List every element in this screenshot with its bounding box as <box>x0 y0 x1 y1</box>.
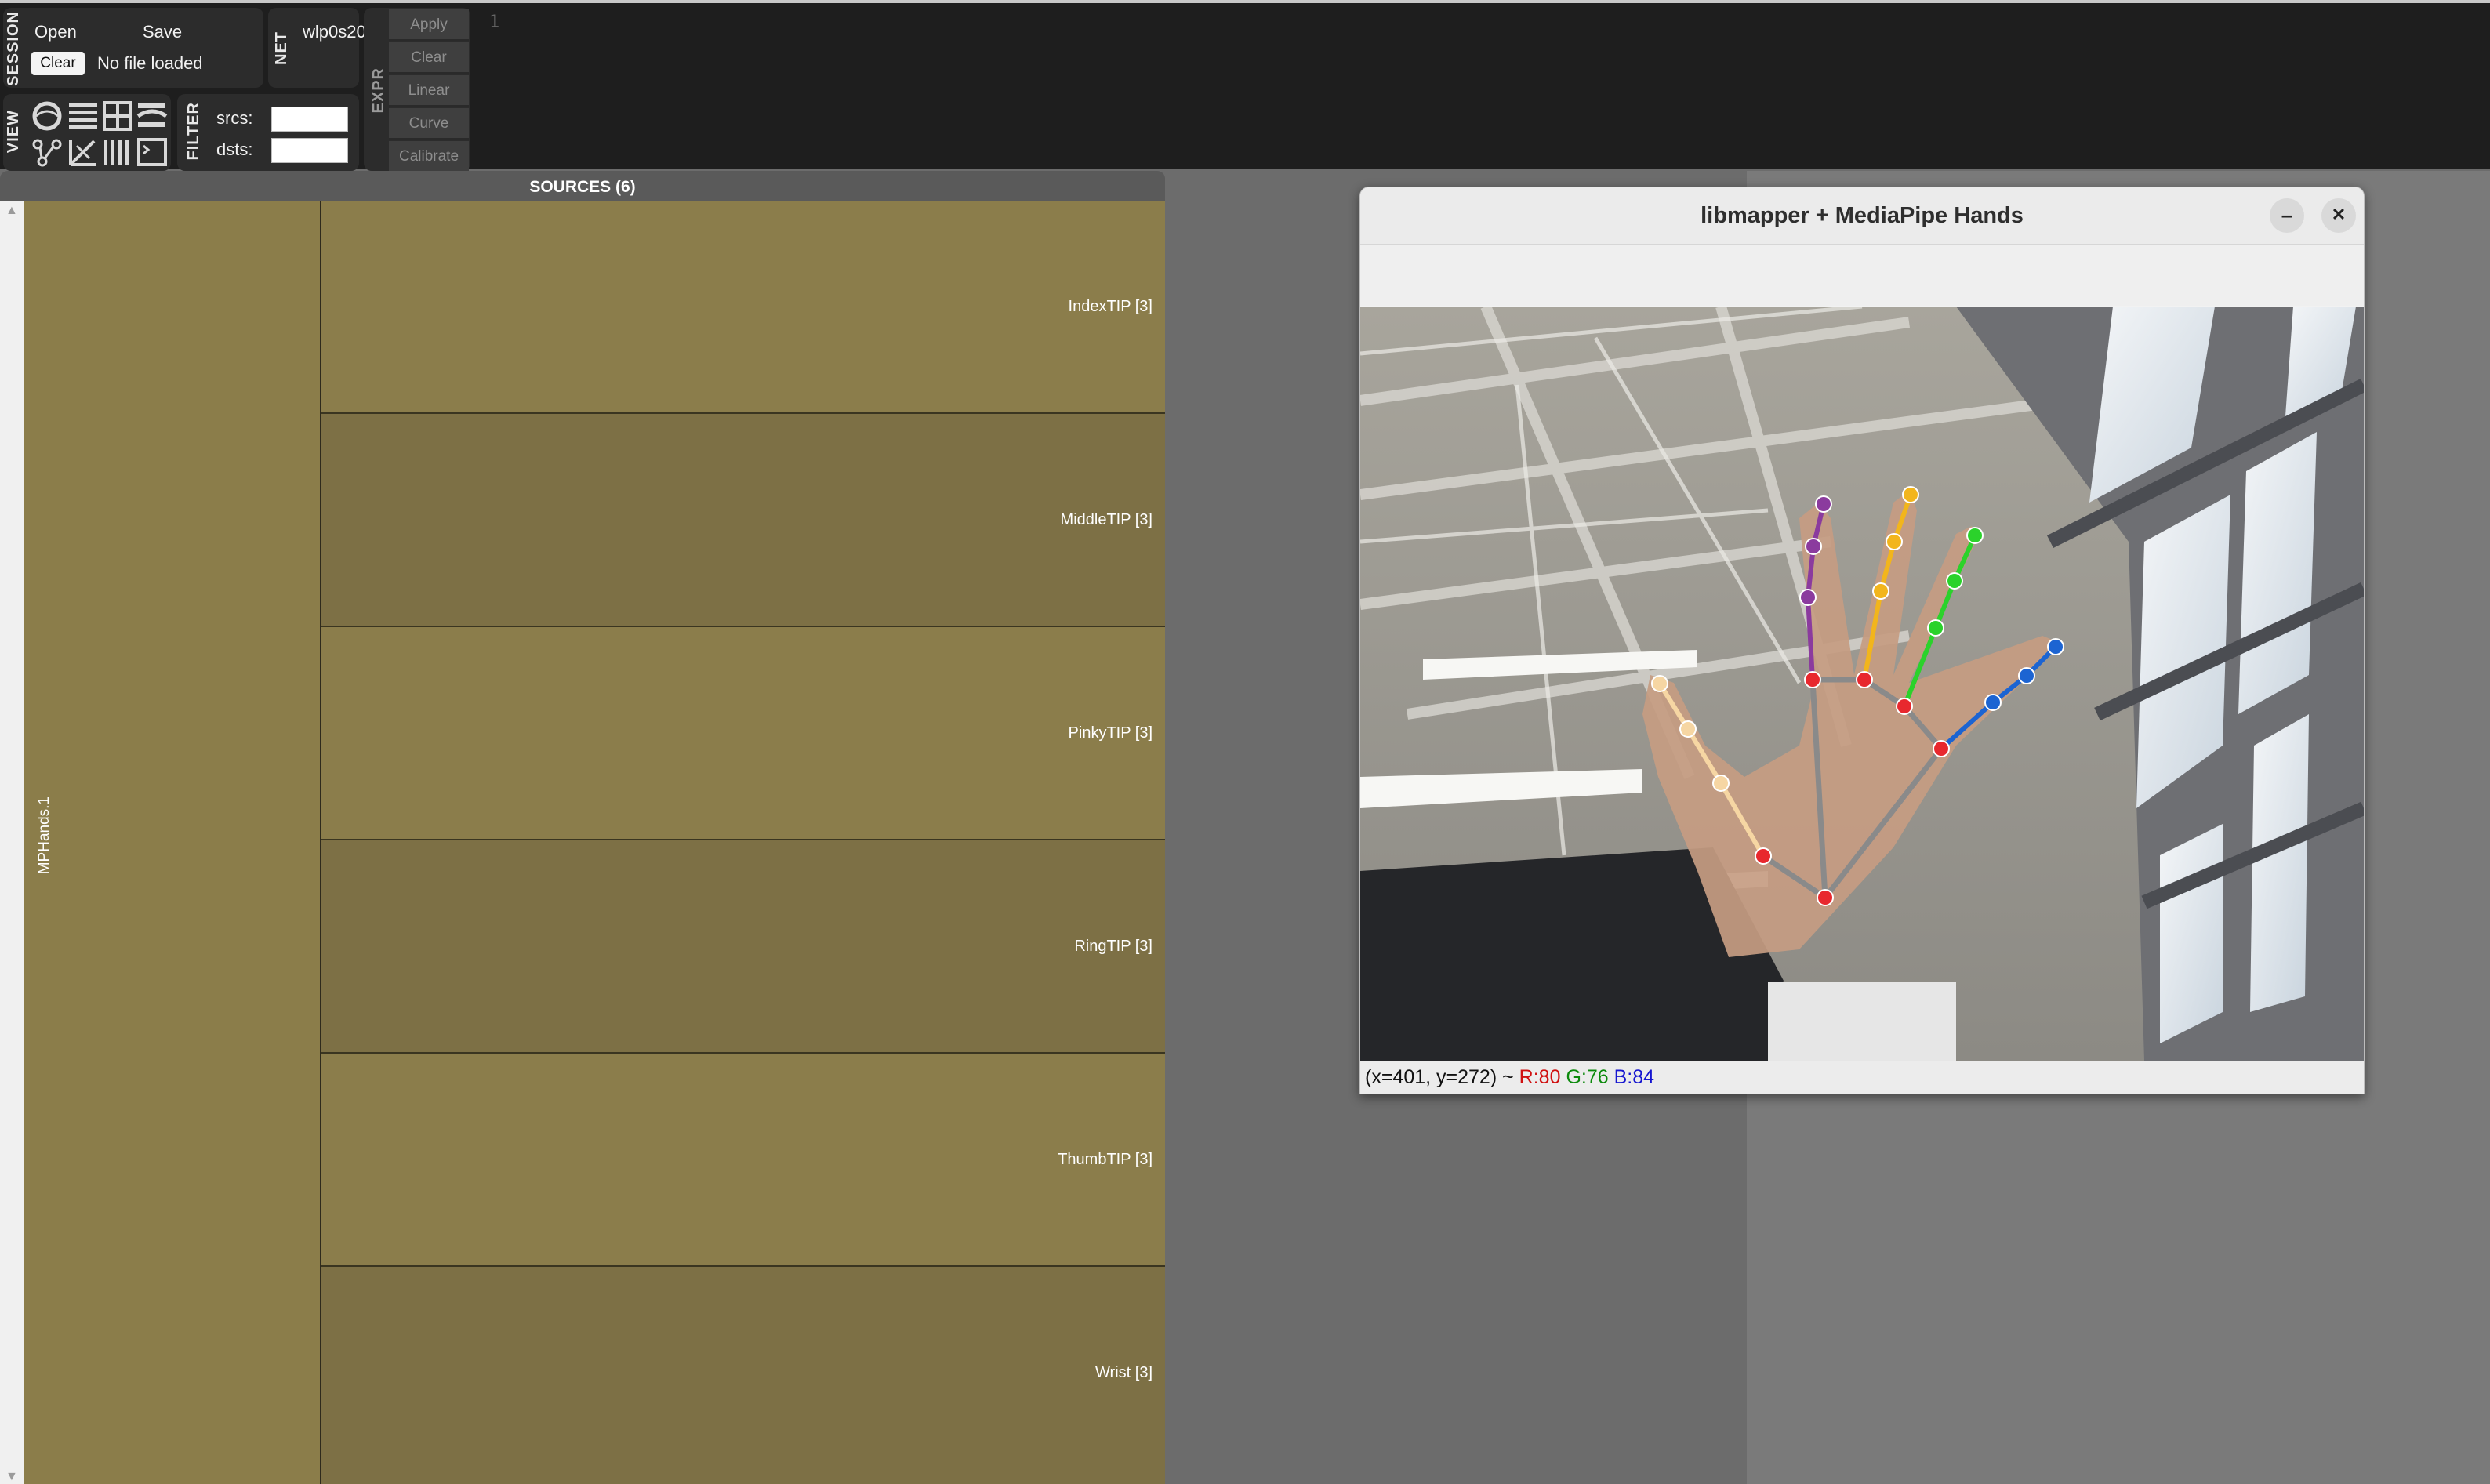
signal-label: IndexTIP [3] <box>1068 298 1152 315</box>
landmark-point <box>2047 638 2064 655</box>
session-label: SESSION <box>5 11 22 86</box>
view-panel: VIEW <box>3 94 171 171</box>
calibrate-button[interactable]: Calibrate <box>389 141 469 172</box>
close-icon[interactable]: ✕ <box>2321 198 2356 233</box>
landmark-point <box>1927 619 1944 637</box>
view-label: VIEW <box>5 110 22 154</box>
landmark-point <box>1946 572 1963 590</box>
expr-label: EXPR <box>370 67 387 114</box>
blue-value: B:84 <box>1613 1066 1655 1088</box>
signal-label: ThumbTIP [3] <box>1058 1151 1152 1168</box>
toolbar: SESSION Open Save Clear No file loaded N… <box>0 0 2490 172</box>
scroll-up-arrow-icon[interactable]: ▲ <box>5 204 18 218</box>
signal-row-wrist[interactable]: Wrist [3] <box>321 1267 1165 1484</box>
landmark-point <box>1872 582 1889 600</box>
pixel-status-bar: (x=401, y=272) ~ R:80 G:76 B:84 <box>1360 1061 2364 1094</box>
landmark-point <box>1755 847 1772 865</box>
landmark-point <box>1679 720 1697 738</box>
signal-row-pinkytip[interactable]: PinkyTIP [3] <box>321 627 1165 840</box>
filter-panel: FILTER srcs: dsts: <box>177 94 359 171</box>
landmark-point <box>1966 527 1984 544</box>
signal-label: Wrist [3] <box>1095 1364 1152 1381</box>
signal-row-thumbtip[interactable]: ThumbTIP [3] <box>321 1054 1165 1267</box>
dsts-filter-input[interactable] <box>271 138 348 163</box>
open-button[interactable]: Open <box>34 22 77 42</box>
srcs-filter-input[interactable] <box>271 107 348 132</box>
graph-view-icon[interactable] <box>30 135 64 169</box>
scroll-down-arrow-icon[interactable]: ▼ <box>5 1470 18 1484</box>
sources-scrollbar[interactable]: ▲ ▼ <box>0 201 24 1484</box>
net-label: NET <box>273 31 290 65</box>
camera-view[interactable] <box>1360 304 2364 1061</box>
landmark-point <box>2018 667 2035 684</box>
landmark-point <box>1902 486 1919 503</box>
device-mphands[interactable]: MPHands.1 <box>24 201 321 1484</box>
landmark-point <box>1856 671 1873 688</box>
window-titlebar[interactable]: libmapper + MediaPipe Hands – ✕ <box>1360 187 2364 245</box>
clear-expr-button[interactable]: Clear <box>389 42 469 74</box>
landmark-point <box>1984 694 2002 711</box>
list-view-icon[interactable] <box>66 99 100 133</box>
console-view-icon[interactable] <box>135 135 169 169</box>
landmark-point <box>1804 671 1821 688</box>
landmark-point <box>1817 889 1834 906</box>
srcs-label: srcs: <box>216 108 253 128</box>
parallel-view-icon[interactable] <box>135 99 169 133</box>
grid-view-icon[interactable] <box>100 99 135 133</box>
session-panel: SESSION Open Save Clear No file loaded <box>3 8 263 88</box>
device-label: MPHands.1 <box>36 796 53 875</box>
hive-view-icon[interactable] <box>100 135 135 169</box>
red-value: R:80 <box>1519 1066 1561 1088</box>
landmark-point <box>1933 740 1950 757</box>
landmark-point <box>1896 698 1913 715</box>
sources-header: SOURCES (6) <box>0 171 1165 201</box>
signal-row-indextip[interactable]: IndexTIP [3] <box>321 201 1165 414</box>
landmark-point <box>1805 538 1822 555</box>
linear-button[interactable]: Linear <box>389 75 469 107</box>
clear-session-button[interactable]: Clear <box>31 52 85 75</box>
chord-view-icon[interactable] <box>30 99 64 133</box>
signal-row-ringtip[interactable]: RingTIP [3] <box>321 840 1165 1054</box>
expression-editor[interactable] <box>510 9 2470 166</box>
mediapipe-window: libmapper + MediaPipe Hands – ✕ (x=401, … <box>1359 187 2365 1094</box>
net-panel: NET wlp0s20f3 <box>268 8 380 88</box>
filter-label: FILTER <box>185 102 202 161</box>
landmark-point <box>1815 495 1832 513</box>
dsts-label: dsts: <box>216 140 253 159</box>
apply-button[interactable]: Apply <box>389 9 469 41</box>
cursor-coordinates: (x=401, y=272) ~ <box>1365 1066 1514 1088</box>
signal-label: MiddleTIP [3] <box>1060 511 1152 528</box>
signal-row-middletip[interactable]: MiddleTIP [3] <box>321 414 1165 627</box>
camera-frame <box>1360 304 2364 1061</box>
balloon-view-icon[interactable] <box>66 135 100 169</box>
editor-line-number: 1 <box>489 13 500 32</box>
minimize-icon[interactable]: – <box>2270 198 2304 233</box>
signal-label: PinkyTIP [3] <box>1068 724 1152 742</box>
landmark-point <box>1886 533 1903 550</box>
save-button[interactable]: Save <box>143 22 182 42</box>
monitor <box>1768 982 1956 1061</box>
landmark-point <box>1651 675 1668 692</box>
landmark-point <box>1799 589 1817 606</box>
signal-label: RingTIP [3] <box>1074 938 1152 955</box>
curve-button[interactable]: Curve <box>389 108 469 140</box>
green-value: G:76 <box>1566 1066 1609 1088</box>
file-status: No file loaded <box>97 53 203 73</box>
signal-list: IndexTIP [3] MiddleTIP [3] PinkyTIP [3] … <box>321 201 1165 1484</box>
landmark-point <box>1712 775 1730 792</box>
window-title: libmapper + MediaPipe Hands <box>1701 203 2024 228</box>
window-toolbar <box>1360 245 2364 306</box>
